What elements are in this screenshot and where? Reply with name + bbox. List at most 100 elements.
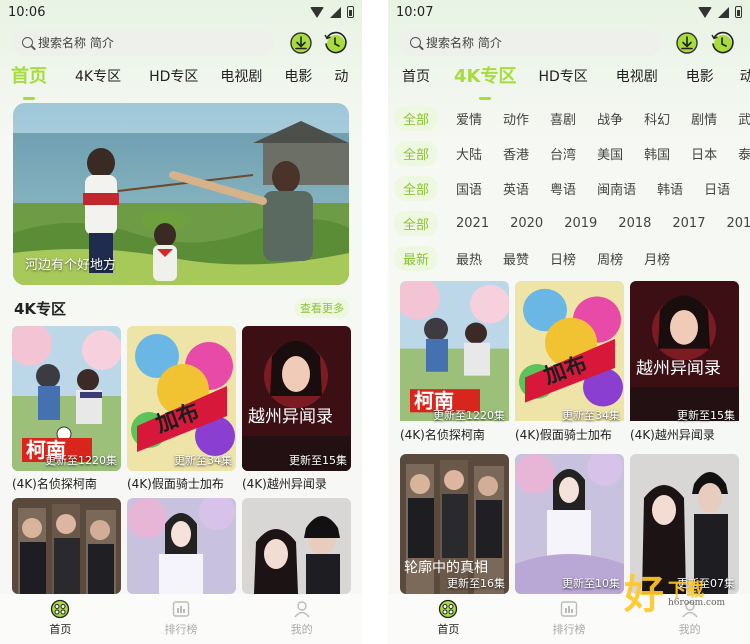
filter-chip[interactable]: 全部	[394, 175, 439, 201]
filter-chip[interactable]: 大陆	[456, 144, 482, 163]
poster-title[interactable]: (4K)越州异闻录	[242, 475, 327, 492]
tab-hd[interactable]: HD专区	[531, 62, 594, 96]
home-screen: 10:06 搜索名称 简介 首页 4K专区 HD专区 电视剧 电影 动 河边有个…	[0, 0, 362, 644]
tab-movie[interactable]: 电影	[679, 62, 721, 96]
poster-card[interactable]: 柯南 更新至1220集	[12, 326, 121, 471]
download-button[interactable]	[675, 31, 699, 55]
history-button[interactable]	[323, 31, 347, 55]
tab-movie[interactable]: 电影	[277, 62, 319, 96]
download-button[interactable]	[289, 31, 313, 55]
tab-4k[interactable]: 4K专区	[447, 62, 523, 100]
filter-chip[interactable]: 月榜	[644, 249, 670, 268]
filter-chip[interactable]: 韩国	[644, 144, 670, 163]
sort-filter: 最新 最热 最赞 日榜 周榜 月榜	[394, 245, 691, 271]
nav-label: 排行榜	[164, 623, 198, 636]
poster-title[interactable]: (4K)名侦探柯南	[400, 426, 485, 443]
filter-chip[interactable]: 2016	[726, 216, 750, 231]
filter-chip[interactable]: 日本	[691, 144, 717, 163]
filter-chip[interactable]: 全部	[394, 140, 439, 166]
filter-chip[interactable]: 2021	[456, 216, 489, 231]
nav-ranking[interactable]: 排行榜	[509, 594, 630, 644]
filter-chip[interactable]: 最赞	[503, 249, 529, 268]
region-filter: 全部 大陆 香港 台湾 美国 韩国 日本 泰	[394, 140, 750, 166]
filter-chip[interactable]: 战争	[597, 109, 623, 128]
tab-4k[interactable]: 4K专区	[68, 62, 128, 96]
nav-home[interactable]: 首页	[388, 594, 509, 644]
poster-card[interactable]: 加布 更新至34集	[127, 326, 236, 471]
tab-anime[interactable]: 动	[733, 62, 750, 96]
tab-tv[interactable]: 电视剧	[213, 62, 269, 96]
featured-banner[interactable]: 河边有个好地方	[13, 103, 349, 285]
filter-chip[interactable]: 喜剧	[550, 109, 576, 128]
search-input[interactable]: 搜索名称 简介	[12, 29, 274, 56]
filter-chip[interactable]: 2019	[564, 216, 597, 231]
poster-card[interactable]: 越州异闻录 更新至15集	[242, 326, 351, 471]
filter-chip[interactable]: 动作	[503, 109, 529, 128]
history-button[interactable]	[710, 31, 734, 55]
filter-chip[interactable]: 周榜	[597, 249, 623, 268]
nav-profile[interactable]: 我的	[241, 594, 362, 644]
poster-card[interactable]	[12, 498, 121, 594]
poster-card[interactable]	[242, 498, 351, 594]
filter-chip[interactable]: 英语	[503, 179, 529, 198]
search-icon	[410, 37, 421, 48]
battery-icon	[347, 6, 354, 18]
filter-chip[interactable]: 剧情	[691, 109, 717, 128]
poster-card[interactable]: 越州异闻录 更新至15集	[630, 281, 739, 426]
home-icon	[438, 599, 458, 619]
episode-badge: 更新至34集	[562, 409, 620, 422]
poster-card[interactable]: 柯南 更新至1220集	[400, 281, 509, 426]
filter-chip[interactable]: 2020	[510, 216, 543, 231]
filter-chip[interactable]: 2018	[618, 216, 651, 231]
filter-chip[interactable]: 韩语	[657, 179, 683, 198]
nav-label: 排行榜	[552, 623, 586, 636]
poster-image	[515, 454, 624, 594]
filter-chip[interactable]: 全部	[394, 210, 439, 236]
poster-image	[12, 498, 121, 594]
episode-badge: 更新至15集	[289, 454, 347, 467]
filter-chip[interactable]: 闽南语	[597, 179, 636, 198]
poster-card[interactable]: 轮廓中的真相 更新至16集	[400, 454, 509, 594]
signal-icon	[330, 6, 341, 18]
tab-home[interactable]: 首页	[395, 62, 437, 96]
filter-chip[interactable]: 泰	[738, 144, 750, 163]
filter-chip[interactable]: 日榜	[550, 249, 576, 268]
poster-image: 加布	[515, 281, 624, 421]
filter-chip[interactable]: 爱情	[456, 109, 482, 128]
poster-card[interactable]: 加布 更新至34集	[515, 281, 624, 426]
filter-chip[interactable]: 全部	[394, 105, 439, 131]
poster-title[interactable]: (4K)假面骑士加布	[127, 475, 224, 492]
bottom-nav: 首页 排行榜 我的	[0, 594, 362, 644]
nav-home[interactable]: 首页	[0, 594, 121, 644]
tab-tv[interactable]: 电视剧	[609, 62, 665, 96]
poster-image	[127, 498, 236, 594]
history-icon	[324, 31, 347, 54]
view-more-button[interactable]: 查看更多	[294, 298, 350, 318]
filter-chip[interactable]: 武	[738, 109, 750, 128]
poster-card[interactable]: 更新至10集	[515, 454, 624, 594]
filter-chip[interactable]: 科幻	[644, 109, 670, 128]
filter-chip[interactable]: 国语	[456, 179, 482, 198]
filter-chip[interactable]: 日语	[704, 179, 730, 198]
poster-title[interactable]: (4K)名侦探柯南	[12, 475, 97, 492]
episode-badge: 更新至34集	[174, 454, 232, 467]
filter-chip[interactable]: 台湾	[550, 144, 576, 163]
filter-chip[interactable]: 粤语	[550, 179, 576, 198]
filter-chip[interactable]: 最新	[394, 245, 439, 271]
category-tabs: 首页 4K专区 HD专区 电视剧 电影 动	[395, 62, 750, 100]
filter-chip[interactable]: 2017	[672, 216, 705, 231]
poster-card[interactable]	[127, 498, 236, 594]
poster-title[interactable]: (4K)越州异闻录	[630, 426, 715, 443]
tab-hd[interactable]: HD专区	[142, 62, 205, 96]
tab-home[interactable]: 首页	[4, 62, 54, 100]
filter-chip[interactable]: 美国	[597, 144, 623, 163]
status-time: 10:07	[396, 5, 434, 20]
nav-ranking[interactable]: 排行榜	[121, 594, 242, 644]
episode-badge: 更新至10集	[562, 577, 620, 590]
search-input[interactable]: 搜索名称 简介	[400, 29, 662, 56]
filter-chip[interactable]: 最热	[456, 249, 482, 268]
filter-chip[interactable]: 香港	[503, 144, 529, 163]
poster-title[interactable]: (4K)假面骑士加布	[515, 426, 612, 443]
tab-anime[interactable]: 动	[327, 62, 355, 96]
search-placeholder: 搜索名称 简介	[38, 36, 114, 50]
